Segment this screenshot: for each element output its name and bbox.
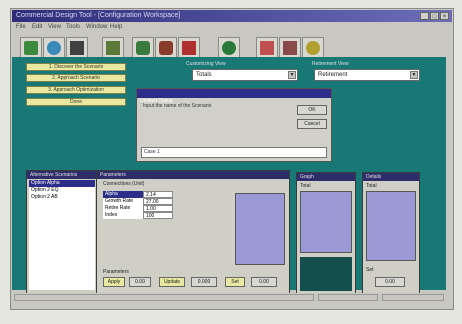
- window-title: Commercial Design Tool - [Configuration …: [16, 12, 181, 19]
- plant-icon: [136, 41, 150, 55]
- status-pane: [382, 294, 444, 301]
- dialog-title-bar: Untitled Dialog: [137, 89, 331, 104]
- tool-palette[interactable]: [302, 37, 324, 59]
- barn-icon: [182, 41, 196, 55]
- row-label: Index: [103, 212, 143, 219]
- row-value[interactable]: 1.00: [143, 205, 173, 212]
- book-icon: [24, 41, 38, 55]
- row-value[interactable]: 2.14: [143, 191, 173, 198]
- menu-window[interactable]: Window: [86, 22, 107, 32]
- detail-sub: Set: [366, 267, 374, 273]
- alternative-scenarios-panel: Alternative Scenarios Option Alpha Optio…: [26, 170, 98, 294]
- tool-barn[interactable]: [178, 37, 200, 59]
- scenario-list: Option Alpha Option 2 EQ Option 2 AB: [29, 180, 95, 290]
- detail-value-button[interactable]: 0.00: [375, 277, 405, 287]
- tool-refresh[interactable]: [218, 37, 240, 59]
- palette-icon: [306, 41, 320, 55]
- menu-edit[interactable]: Edit: [32, 22, 42, 32]
- menu-help[interactable]: Help: [110, 22, 122, 32]
- table-row: Retire Rate 1.00: [103, 205, 173, 212]
- list-item[interactable]: Option Alpha: [29, 180, 95, 187]
- status-pane: [318, 294, 378, 301]
- screen: Commercial Design Tool - [Configuration …: [0, 0, 462, 324]
- row-label: Retire Rate: [103, 205, 143, 212]
- alternatives-header: Alternative Scenarios: [27, 171, 97, 179]
- detail-label: Total: [366, 183, 377, 189]
- graph-area: [300, 191, 352, 253]
- tool-book[interactable]: [20, 37, 42, 59]
- value-field[interactable]: 0.00: [251, 277, 277, 287]
- title-bar: Commercial Design Tool - [Configuration …: [12, 10, 452, 22]
- parameters-header: Parameters: [97, 171, 289, 179]
- right-view-value: Retirement: [318, 72, 348, 78]
- scenario-name-input[interactable]: Case 1: [141, 147, 327, 158]
- table-row: Index 100: [103, 212, 173, 219]
- right-selector-label: Retirement View: [312, 61, 349, 67]
- detail-panel: Details Total Set 0.00: [362, 172, 420, 294]
- parameters-panel: Parameters Connections (Unit) Alpha 2.14 …: [96, 170, 290, 294]
- graph-footer: [300, 257, 352, 291]
- discover-scenario-button[interactable]: 1. Discover the Scenario: [26, 63, 126, 71]
- tool-table[interactable]: [279, 37, 301, 59]
- table-row: Growth Rate 27.00: [103, 198, 173, 205]
- right-view-select[interactable]: Retirement ▼: [314, 69, 420, 81]
- footer-label: Parameters: [103, 269, 129, 275]
- film-icon: [70, 41, 84, 55]
- menu-bar: File Edit View Tools Window Help: [12, 22, 452, 32]
- table-row: Alpha 2.14: [103, 191, 173, 198]
- table-icon: [283, 41, 297, 55]
- tool-globe[interactable]: [43, 37, 65, 59]
- left-view-select[interactable]: Totals ▼: [192, 69, 298, 81]
- globe-icon: [47, 41, 61, 55]
- value-field[interactable]: 0.000: [191, 277, 217, 287]
- list-item[interactable]: Option 2 AB: [29, 194, 95, 201]
- dialog-cancel-button[interactable]: Cancel: [297, 119, 327, 129]
- left-view-value: Totals: [196, 72, 212, 78]
- left-selector-label: Customizing View: [186, 61, 226, 67]
- apply-button[interactable]: Apply: [103, 277, 125, 287]
- graph-header: Graph: [297, 173, 355, 181]
- approach-scenario-button[interactable]: 2. Approach Scenario: [26, 74, 126, 82]
- preview-swatch: [235, 193, 285, 265]
- minimize-button[interactable]: _: [420, 12, 429, 20]
- approach-optimization-button[interactable]: 3. Approach Optimization: [26, 86, 126, 94]
- row-label: Growth Rate: [103, 198, 143, 205]
- detail-header: Details: [363, 173, 419, 181]
- graph-panel: Graph Total: [296, 172, 356, 294]
- menu-file[interactable]: File: [16, 22, 26, 32]
- menu-tools[interactable]: Tools: [66, 22, 80, 32]
- name-dialog: Untitled Dialog Input the name of the Sc…: [136, 88, 332, 162]
- row-value[interactable]: 100: [143, 212, 173, 219]
- chart-icon: [260, 41, 274, 55]
- menu-view[interactable]: View: [48, 22, 61, 32]
- row-label: Alpha: [103, 191, 143, 198]
- row-value[interactable]: 27.00: [143, 198, 173, 205]
- close-button[interactable]: ×: [440, 12, 449, 20]
- detail-area: [366, 191, 416, 261]
- map-icon: [106, 41, 120, 55]
- status-bar: [12, 293, 446, 302]
- status-pane: [14, 294, 314, 301]
- dialog-ok-button[interactable]: OK: [297, 105, 327, 115]
- dialog-message: Input the name of the Scenario: [143, 103, 212, 109]
- chevron-down-icon[interactable]: ▼: [410, 71, 418, 79]
- tool-map[interactable]: [102, 37, 124, 59]
- list-item[interactable]: Option 2 EQ: [29, 187, 95, 194]
- connections-label: Connections (Unit): [103, 181, 145, 187]
- tool-tractor[interactable]: [155, 37, 177, 59]
- update-button[interactable]: Update: [159, 277, 185, 287]
- parameter-table: Alpha 2.14 Growth Rate 27.00 Retire Rate 1.…: [103, 191, 173, 219]
- done-button[interactable]: Done: [26, 98, 126, 106]
- chevron-down-icon[interactable]: ▼: [288, 71, 296, 79]
- maximize-button[interactable]: □: [430, 12, 439, 20]
- set-button[interactable]: Set: [225, 277, 245, 287]
- refresh-icon: [222, 41, 236, 55]
- tool-plant[interactable]: [132, 37, 154, 59]
- value-field[interactable]: 0.00: [129, 277, 151, 287]
- graph-label: Total: [300, 183, 311, 189]
- tool-film[interactable]: [66, 37, 88, 59]
- tool-chart[interactable]: [256, 37, 278, 59]
- tractor-icon: [159, 41, 173, 55]
